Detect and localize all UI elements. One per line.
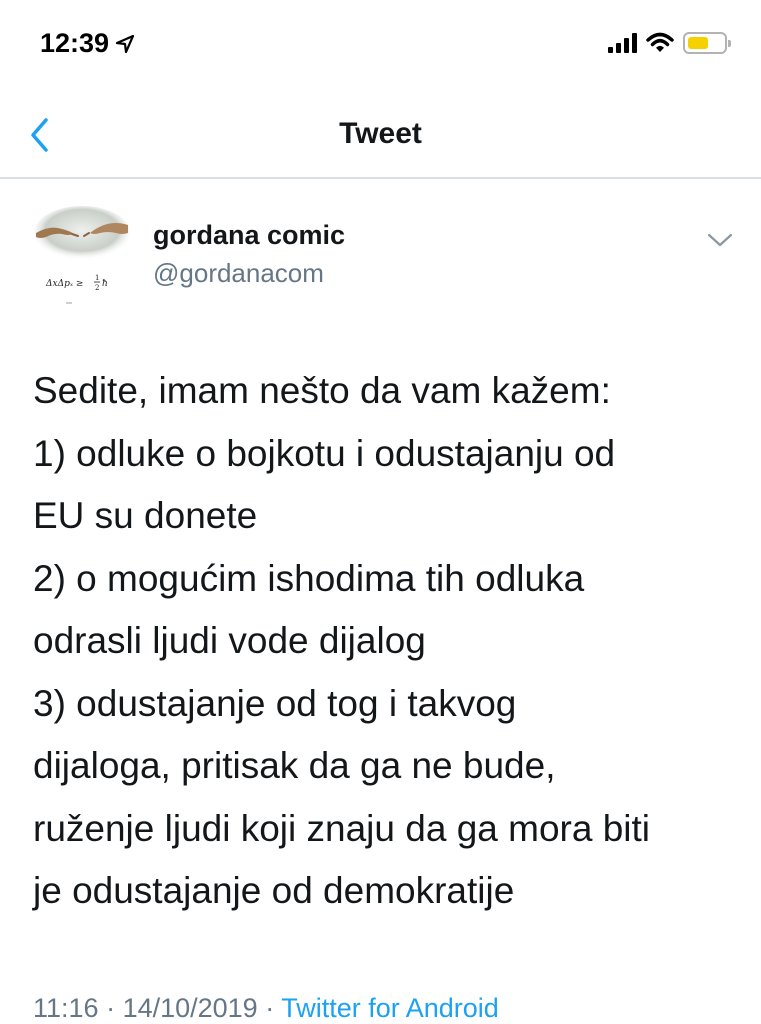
tweet-line: ruženje ljudi koji znaju da ga mora biti [33, 807, 651, 849]
battery-icon [683, 32, 731, 54]
tweet-line: 3) odustajanje od tog i takvog [33, 682, 517, 724]
page-title: Tweet [339, 117, 422, 150]
chevron-down-icon[interactable] [706, 230, 734, 250]
svg-text:2: 2 [95, 284, 99, 292]
tweet-line: 1) odluke o bojkotu i odustajanju od [33, 432, 616, 474]
battery-level [688, 37, 708, 49]
meta-separator: · [257, 993, 282, 1023]
tweet-date: 14/10/2019 [122, 993, 258, 1023]
tweet-source-link[interactable]: Twitter for Android [281, 993, 499, 1023]
tweet-line: Sedite, imam nešto da vam kažem: [33, 370, 611, 411]
tweet-line: EU su donete [33, 495, 258, 536]
status-bar: 12:39 [0, 0, 761, 95]
location-arrow-icon [115, 34, 135, 53]
navigation-bar: Tweet [0, 95, 761, 179]
status-time-label: 12:39 [40, 28, 110, 58]
tweet-detail-screen: 12:39 Tweet ΔxΔpₓ ≥ 1 2 ħ gordana comic … [0, 0, 761, 1024]
svg-text:ΔxΔpₓ ≥: ΔxΔpₓ ≥ [45, 279, 83, 289]
status-icons [608, 32, 731, 54]
tweet-meta: 11:16 · 14/10/2019 · Twitter for Android [33, 993, 499, 1024]
svg-text:ħ: ħ [102, 279, 108, 289]
svg-text:1: 1 [95, 274, 99, 282]
cellular-signal-icon [608, 33, 637, 53]
wifi-icon [646, 32, 674, 52]
tweet-time: 11:16 [33, 993, 99, 1023]
tweet-line: dijaloga, pritisak da ga ne bude, [33, 745, 556, 786]
meta-separator: · [98, 993, 123, 1023]
tweet-text: Sedite, imam nešto da vam kažem: 1) odlu… [33, 360, 743, 923]
author-name[interactable]: gordana comic [153, 220, 345, 251]
tweet-line: je odustajanje od demokratije [33, 870, 515, 911]
author-handle[interactable]: @gordanacom [153, 258, 324, 289]
tweet-line: odrasli ljudi vode dijalog [33, 620, 426, 661]
status-time: 12:39 [40, 28, 135, 59]
tweet-line: 2) o mogućim ishodima tih odluka [33, 557, 585, 599]
avatar[interactable]: ΔxΔpₓ ≥ 1 2 ħ [32, 203, 132, 311]
